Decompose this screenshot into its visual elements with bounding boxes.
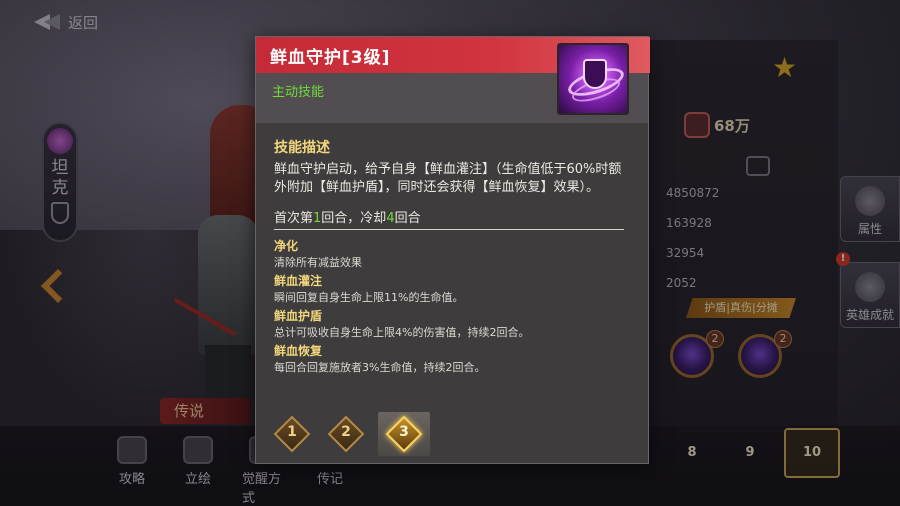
level-selector: 1 2 3 xyxy=(270,412,636,458)
cooldown-prefix: 首次第 xyxy=(274,211,314,226)
skill-detail-popup: 鲜血守护[3级] 主动技能 技能描述 鲜血守护启动，给予自身【鲜血灌注】（生命值… xyxy=(255,36,650,464)
skill-title: 鲜血守护[3级] xyxy=(270,48,391,68)
cooldown-middle: 回合，冷却 xyxy=(321,211,387,226)
level-tab-1[interactable]: 1 xyxy=(270,412,314,456)
effect-description: 瞬间回复自身生命上限11%的生命值。 xyxy=(274,291,464,304)
effect-name: 鲜血恢复 xyxy=(274,344,323,358)
description-heading: 技能描述 xyxy=(274,140,330,156)
skill-type: 主动技能 xyxy=(272,85,325,100)
level-number: 3 xyxy=(399,424,409,440)
popup-header: 鲜血守护[3级] 主动技能 xyxy=(256,37,650,123)
effect-description: 总计可吸收自身生命上限4%的伤害值，持续2回合。 xyxy=(274,326,530,339)
level-tab-3[interactable]: 3 xyxy=(378,412,430,456)
level-number: 1 xyxy=(287,424,297,440)
cooldown-turns: 4 xyxy=(386,211,395,226)
effect-name: 鲜血灌注 xyxy=(274,274,323,288)
effect-description: 清除所有减益效果 xyxy=(274,256,362,269)
cooldown-line: 首次第1回合，冷却4回合 xyxy=(274,207,624,230)
effect-list: 净化 清除所有减益效果 鲜血灌注 瞬间回复自身生命上限11%的生命值。 鲜血护盾… xyxy=(274,238,630,376)
effect-name: 鲜血护盾 xyxy=(274,309,323,323)
skill-description: 鲜血守护启动，给予自身【鲜血灌注】（生命值低于60%时额外附加【鲜血护盾】，同时… xyxy=(274,162,622,195)
popup-body: 技能描述 鲜血守护启动，给予自身【鲜血灌注】（生命值低于60%时额外附加【鲜血护… xyxy=(256,123,648,376)
cooldown-suffix: 回合 xyxy=(394,211,421,226)
blood-guard-skill-icon xyxy=(557,43,629,115)
level-tab-2[interactable]: 2 xyxy=(324,412,368,456)
effect-name: 净化 xyxy=(274,239,299,253)
shield-icon xyxy=(583,59,607,89)
effect-description: 每回合回复施放者3%生命值，持续2回合。 xyxy=(274,361,486,374)
level-number: 2 xyxy=(341,424,351,440)
